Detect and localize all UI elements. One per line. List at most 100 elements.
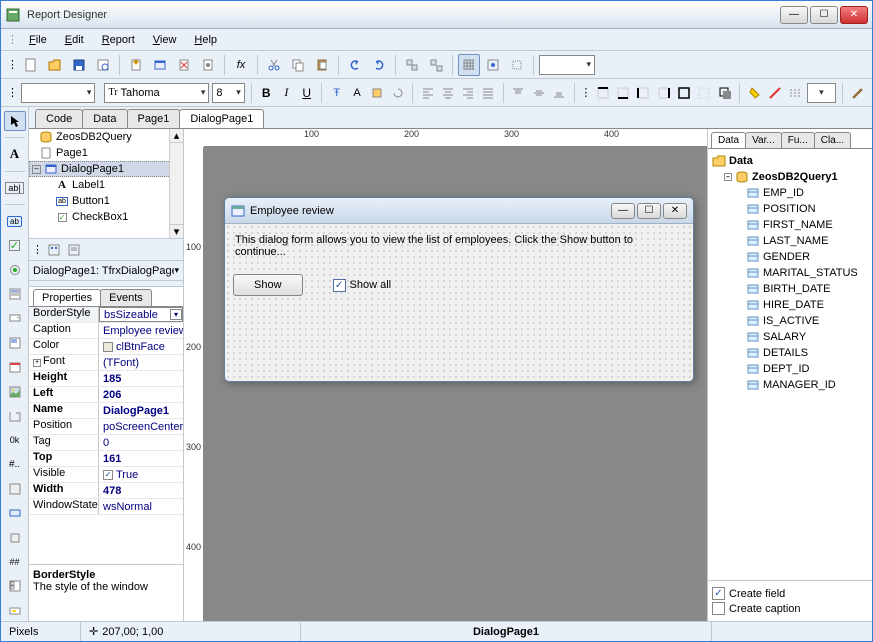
border-left-icon[interactable] xyxy=(635,82,652,104)
collapse-icon[interactable]: – xyxy=(32,165,41,174)
minimize-button[interactable]: — xyxy=(780,6,808,24)
border-bottom-icon[interactable] xyxy=(615,82,632,104)
bold-button[interactable]: B xyxy=(258,82,275,104)
button-tool[interactable]: ab xyxy=(4,211,26,231)
line-style-icon[interactable] xyxy=(786,82,803,104)
combobox-tool[interactable] xyxy=(4,308,26,328)
dialog-minimize[interactable]: — xyxy=(611,203,635,219)
tab-functions[interactable]: Fu... xyxy=(781,132,815,148)
font-color-icon[interactable]: A xyxy=(348,82,365,104)
edit-tool[interactable]: ab| xyxy=(4,178,26,198)
prop-val[interactable]: 0 xyxy=(99,435,183,450)
checklistbox-tool[interactable] xyxy=(4,576,26,596)
checkbox-tool[interactable]: ✓ xyxy=(4,235,26,255)
field-item[interactable]: SALARY xyxy=(712,329,868,345)
undo-icon[interactable] xyxy=(344,54,366,76)
border-top-icon[interactable] xyxy=(594,82,611,104)
prop-val[interactable]: 185 xyxy=(99,371,183,386)
preview-icon[interactable] xyxy=(92,54,114,76)
dialog-close[interactable]: ✕ xyxy=(663,203,687,219)
prop-val[interactable]: wsNormal xyxy=(99,499,183,514)
border-none-icon[interactable] xyxy=(696,82,713,104)
open-icon[interactable] xyxy=(44,54,66,76)
prop-val[interactable]: 478 xyxy=(99,483,183,498)
field-item[interactable]: DEPT_ID xyxy=(712,361,868,377)
snap-grid-icon[interactable] xyxy=(482,54,504,76)
grid-icon[interactable] xyxy=(458,54,480,76)
valign-mid-icon[interactable] xyxy=(530,82,547,104)
maskedit-tool[interactable]: ## xyxy=(4,552,26,572)
pagecontrol-tool[interactable]: #.. xyxy=(4,454,26,474)
new-icon[interactable] xyxy=(20,54,42,76)
line-color-icon[interactable] xyxy=(766,82,783,104)
style-combo[interactable]: ▾ xyxy=(21,83,95,103)
valign-top-icon[interactable] xyxy=(510,82,527,104)
panel-tool[interactable]: 0k xyxy=(4,430,26,450)
menu-edit[interactable]: Edit xyxy=(57,32,92,48)
menu-view[interactable]: View xyxy=(145,32,185,48)
brush-icon[interactable] xyxy=(849,82,866,104)
object-tree[interactable]: ZeosDB2Query Page1 –DialogPage1 ALabel1 … xyxy=(29,129,183,239)
dialog-form[interactable]: Employee review — ☐ ✕ This dialog form a… xyxy=(224,197,694,382)
memo-tool[interactable] xyxy=(4,333,26,353)
prop-val[interactable]: Employee review xyxy=(99,323,183,338)
new-page-icon[interactable]: ✦ xyxy=(125,54,147,76)
bitbtn-tool[interactable] xyxy=(4,503,26,523)
line-width-combo[interactable]: ▾ xyxy=(807,83,836,103)
show-button[interactable]: Show xyxy=(233,274,303,296)
align-right-icon[interactable] xyxy=(459,82,476,104)
italic-button[interactable]: I xyxy=(278,82,295,104)
dialog-maximize[interactable]: ☐ xyxy=(637,203,661,219)
tab-events[interactable]: Events xyxy=(100,289,152,306)
field-item[interactable]: GENDER xyxy=(712,249,868,265)
label1[interactable]: This dialog form allows you to view the … xyxy=(233,232,685,260)
fill-color-icon[interactable] xyxy=(746,82,763,104)
speedbtn-tool[interactable] xyxy=(4,528,26,548)
redo-icon[interactable] xyxy=(368,54,390,76)
save-icon[interactable] xyxy=(68,54,90,76)
field-item[interactable]: DETAILS xyxy=(712,345,868,361)
listbox-tool[interactable] xyxy=(4,284,26,304)
create-field-checkbox[interactable]: ✓Create field xyxy=(712,587,868,600)
dblookup-tool[interactable] xyxy=(4,601,26,621)
text-tool[interactable]: A xyxy=(4,144,26,164)
field-item[interactable]: POSITION xyxy=(712,201,868,217)
field-item[interactable]: FIRST_NAME xyxy=(712,217,868,233)
tab-code[interactable]: Code xyxy=(35,109,83,128)
prop-val[interactable]: 206 xyxy=(99,387,183,402)
font-combo[interactable]: TrTahoma▾ xyxy=(104,83,209,103)
image-tool[interactable] xyxy=(4,381,26,401)
new-dialog-icon[interactable] xyxy=(149,54,171,76)
object-selector[interactable]: DialogPage1: TfrxDialogPage ▾ xyxy=(29,261,183,281)
tab-variables[interactable]: Var... xyxy=(745,132,782,148)
valign-bottom-icon[interactable] xyxy=(550,82,567,104)
copy-icon[interactable] xyxy=(287,54,309,76)
field-item[interactable]: HIRE_DATE xyxy=(712,297,868,313)
tab-data[interactable]: Data xyxy=(82,109,127,128)
field-item[interactable]: MARITAL_STATUS xyxy=(712,265,868,281)
create-caption-checkbox[interactable]: Create caption xyxy=(712,602,868,615)
ungroup-icon[interactable] xyxy=(425,54,447,76)
scrollbar[interactable]: ▴▾ xyxy=(169,129,183,238)
tab-classes[interactable]: Cla... xyxy=(814,132,851,148)
prop-val[interactable]: 161 xyxy=(99,451,183,466)
field-item[interactable]: MANAGER_ID xyxy=(712,377,868,393)
tab-dialogpage1[interactable]: DialogPage1 xyxy=(179,109,264,128)
sort-icon[interactable] xyxy=(65,241,83,259)
data-tree[interactable]: Data –ZeosDB2Query1 EMP_IDPOSITIONFIRST_… xyxy=(708,149,872,580)
underline-button[interactable]: U xyxy=(298,82,315,104)
prop-val[interactable]: clBtnFace xyxy=(99,339,183,354)
radio-tool[interactable] xyxy=(4,260,26,280)
align-left-icon[interactable] xyxy=(419,82,436,104)
date-tool[interactable] xyxy=(4,357,26,377)
align-justify-icon[interactable] xyxy=(480,82,497,104)
maximize-button[interactable]: ☐ xyxy=(810,6,838,24)
zoom-combo[interactable]: ▾ xyxy=(539,55,595,75)
font-settings-icon[interactable]: Ŧ xyxy=(328,82,345,104)
collapse-icon[interactable]: – xyxy=(724,173,732,181)
group-icon[interactable] xyxy=(401,54,423,76)
tab-data[interactable]: Data xyxy=(711,132,746,148)
field-item[interactable]: IS_ACTIVE xyxy=(712,313,868,329)
fit-grid-icon[interactable] xyxy=(506,54,528,76)
prop-val[interactable]: ✓True xyxy=(99,467,183,482)
